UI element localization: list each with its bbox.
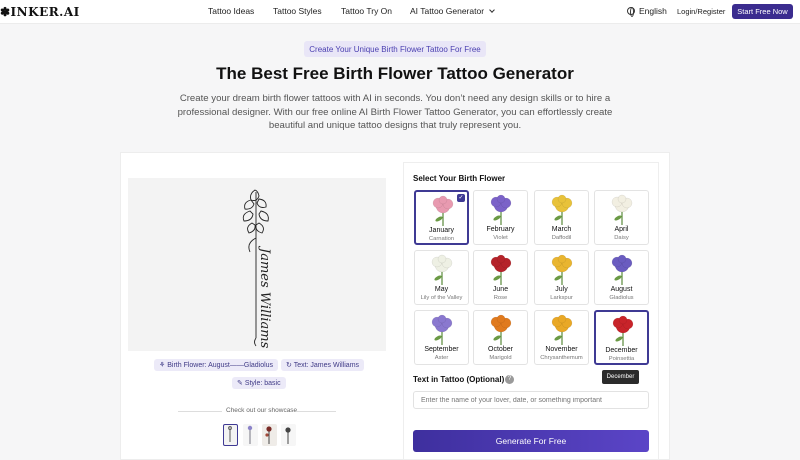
flower-card-may[interactable]: May Lily of the Valley xyxy=(414,250,469,305)
flower-card-december[interactable]: December Poinsettia xyxy=(594,310,649,365)
tattoo-image: James Williams xyxy=(242,189,272,349)
nav-tattoo-styles[interactable]: Tattoo Styles xyxy=(273,6,322,16)
divider-left xyxy=(178,411,222,412)
showcase-label: Check out our showcase. xyxy=(226,407,299,414)
gladiolus-flower-icon xyxy=(611,254,633,285)
flower-card-february[interactable]: February Violet xyxy=(473,190,528,245)
globe-icon xyxy=(627,7,635,17)
check-icon: ✓ xyxy=(457,194,465,202)
flower-name-label: Larkspur xyxy=(550,295,573,301)
divider-right xyxy=(296,411,336,412)
flower-name-label: Violet xyxy=(493,235,508,241)
nav-ai-generator[interactable]: AI Tattoo Generator xyxy=(410,6,495,16)
flower-card-january[interactable]: ✓ January Carnation xyxy=(414,190,469,245)
login-link[interactable]: Login/Register xyxy=(677,7,725,16)
flower-name-label: Carnation xyxy=(428,236,455,242)
tag-style: ✎ Style: basic xyxy=(232,377,286,389)
flower-card-april[interactable]: April Daisy xyxy=(594,190,649,245)
tattoo-script-text: James Williams xyxy=(257,245,272,349)
flower-card-october[interactable]: October Marigold xyxy=(473,310,528,365)
flower-month-label: July xyxy=(555,286,568,293)
daffodil-flower-icon xyxy=(551,194,573,225)
tag-birth-flower: ⚘ Birth Flower: August——Gladiolus xyxy=(154,359,279,371)
flower-month-label: September xyxy=(424,346,459,353)
tooltip: December xyxy=(602,370,639,384)
rose-flower-icon xyxy=(490,254,512,285)
flower-name-label: Daffodil xyxy=(551,235,572,241)
flower-card-june[interactable]: June Rose xyxy=(473,250,528,305)
showcase-thumb-4[interactable] xyxy=(281,424,296,446)
nav-ai-generator-label: AI Tattoo Generator xyxy=(410,6,485,16)
flower-month-label: February xyxy=(486,226,515,233)
top-nav: ✽INKER.AI Tattoo Ideas Tattoo Styles Tat… xyxy=(0,0,800,24)
flower-month-label: November xyxy=(545,346,578,353)
tag-birth-flower-label: Birth Flower: August——Gladiolus xyxy=(167,362,274,369)
flower-name-label: Gladiolus xyxy=(609,295,634,301)
flower-month-label: March xyxy=(551,226,572,233)
page-subtitle: Create your dream birth flower tattoos w… xyxy=(177,93,613,131)
flower-card-july[interactable]: July Larkspur xyxy=(534,250,589,305)
flower-name-label: Aster xyxy=(434,355,449,361)
text-in-tattoo-label: Text in Tattoo (Optional) xyxy=(413,375,505,384)
showcase-thumb-2[interactable] xyxy=(243,424,258,446)
larkspur-flower-icon xyxy=(551,254,573,285)
chrysanthemum-flower-icon xyxy=(551,314,573,345)
flower-name-label: Rose xyxy=(493,295,508,301)
flower-month-label: August xyxy=(610,286,633,293)
aster-flower-icon xyxy=(431,314,453,345)
language-label: English xyxy=(639,6,667,16)
marigold-flower-icon xyxy=(490,314,512,345)
nav-tattoo-try-on[interactable]: Tattoo Try On xyxy=(341,6,392,16)
flower-name-label: Lily of the Valley xyxy=(420,295,463,301)
poinsettia-flower-icon xyxy=(612,315,634,346)
nav-tattoo-ideas[interactable]: Tattoo Ideas xyxy=(208,6,254,16)
flower-card-august[interactable]: August Gladiolus xyxy=(594,250,649,305)
violet-flower-icon xyxy=(490,194,512,225)
logo[interactable]: ✽INKER.AI xyxy=(0,5,80,19)
page-title: The Best Free Birth Flower Tattoo Genera… xyxy=(216,64,574,83)
flower-month-label: June xyxy=(492,286,509,293)
flower-month-label: January xyxy=(429,227,454,234)
hero-pill: Create Your Unique Birth Flower Tattoo F… xyxy=(304,41,486,57)
flower-card-september[interactable]: September Aster xyxy=(414,310,469,365)
start-free-button[interactable]: Start Free Now xyxy=(732,4,793,19)
chevron-down-icon xyxy=(489,7,495,13)
daisy-flower-icon xyxy=(611,194,633,225)
flower-month-label: October xyxy=(488,346,513,353)
tattoo-text-input[interactable] xyxy=(413,391,649,409)
tag-text: ↻ Text: James Williams xyxy=(281,359,365,371)
lily-of-the-valley-flower-icon xyxy=(431,254,453,285)
flower-name-label: Poinsettia xyxy=(608,356,635,362)
flower-month-label: April xyxy=(614,226,629,233)
flower-month-label: December xyxy=(605,347,638,354)
flower-card-november[interactable]: November Chrysanthemum xyxy=(534,310,589,365)
select-flower-title: Select Your Birth Flower xyxy=(413,174,506,183)
language-selector[interactable]: English xyxy=(627,6,667,17)
flower-month-label: May xyxy=(434,286,449,293)
flower-name-label: Marigold xyxy=(489,355,512,361)
info-icon[interactable]: ? xyxy=(505,375,514,384)
showcase-thumb-3[interactable] xyxy=(262,424,277,446)
tattoo-preview: James Williams xyxy=(128,178,386,351)
flower-name-label: Daisy xyxy=(614,235,629,241)
tag-style-label: Style: basic xyxy=(244,380,281,387)
showcase-thumb-1[interactable] xyxy=(223,424,238,446)
flower-card-march[interactable]: March Daffodil xyxy=(534,190,589,245)
generate-button[interactable]: Generate For Free xyxy=(413,430,649,452)
flower-name-label: Chrysanthemum xyxy=(540,355,583,361)
tag-text-label: Text: James Williams xyxy=(293,362,360,369)
